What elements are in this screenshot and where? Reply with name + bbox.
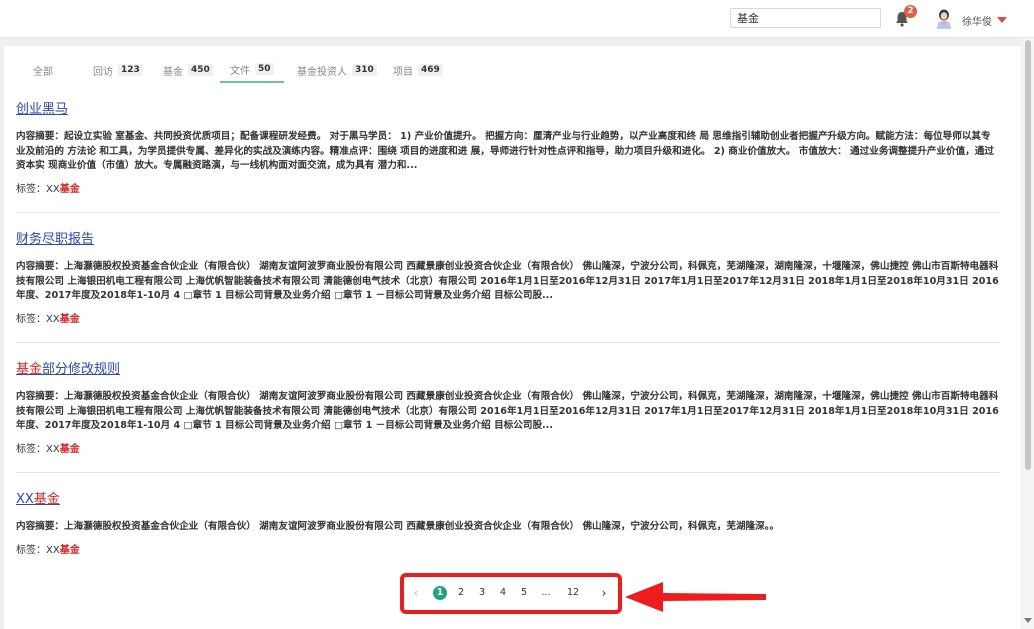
result-tags: 标签：XX基金 bbox=[16, 541, 1000, 556]
page-button-1[interactable]: 1 bbox=[433, 586, 447, 600]
tag-highlight: 基金 bbox=[59, 544, 80, 556]
list-item: 财务尽职报告 内容摘要：上海灏德股权投资基金合伙企业（有限合伙） 湖南友谊阿波罗… bbox=[16, 228, 1000, 325]
tab-count: 123 bbox=[118, 64, 143, 76]
annotation-arrow-icon bbox=[625, 582, 766, 612]
result-summary: 内容摘要：上海灏德股权投资基金合伙企业（有限合伙） 湖南友谊阿波罗商业股份有限公… bbox=[16, 521, 780, 532]
result-title-link[interactable]: 创业黑马 bbox=[16, 98, 68, 117]
tab-visits[interactable]: 回访 123 bbox=[93, 57, 143, 83]
tab-label: 项目 bbox=[393, 66, 413, 78]
tag-prefix: 标签：XX bbox=[16, 313, 60, 325]
page-button-4[interactable]: 4 bbox=[496, 586, 510, 600]
tab-all[interactable]: 全部 bbox=[33, 57, 53, 83]
title-highlight: 基金 bbox=[33, 492, 60, 507]
divider bbox=[16, 472, 1000, 473]
title-text: 创业黑马 bbox=[16, 102, 69, 117]
chevron-down-icon[interactable] bbox=[997, 17, 1007, 23]
list-item: 基金部分修改规则 内容摘要：上海灏德股权投资基金合伙企业（有限合伙） 湖南友谊阿… bbox=[16, 358, 1000, 455]
result-title-link[interactable]: 财务尽职报告 bbox=[16, 228, 94, 247]
list-item: XX基金 内容摘要：上海灏德股权投资基金合伙企业（有限合伙） 湖南友谊阿波罗商业… bbox=[16, 488, 1000, 556]
results-panel: 全部 回访 123 基金 450 文件 50 基金投资人 310 项目 469 … bbox=[4, 46, 1021, 629]
tag-prefix: 标签：XX bbox=[16, 544, 60, 556]
tab-count: 450 bbox=[188, 64, 213, 76]
tab-funds[interactable]: 基金 450 bbox=[163, 57, 213, 83]
tab-label: 基金 bbox=[163, 66, 183, 78]
result-summary: 内容摘要：上海灏德股权投资基金合伙企业（有限合伙） 湖南友谊阿波罗商业股份有限公… bbox=[16, 261, 999, 301]
tag-highlight: 基金 bbox=[59, 443, 80, 455]
divider bbox=[16, 342, 1000, 343]
tab-count: 50 bbox=[255, 63, 274, 75]
result-tags: 标签：XX基金 bbox=[16, 310, 1000, 325]
result-tabs: 全部 回访 123 基金 450 文件 50 基金投资人 310 项目 469 bbox=[4, 57, 1021, 83]
tab-projects[interactable]: 项目 469 bbox=[393, 57, 443, 83]
title-text: XX bbox=[16, 492, 34, 507]
tab-fund-investors[interactable]: 基金投资人 310 bbox=[297, 57, 377, 83]
title-highlight: 基金 bbox=[16, 362, 43, 377]
page-ellipsis: ... bbox=[541, 587, 551, 598]
page-button-12[interactable]: 12 bbox=[565, 586, 581, 600]
next-page-button[interactable]: › bbox=[597, 586, 611, 600]
tab-count: 310 bbox=[352, 64, 377, 76]
result-tags: 标签：XX基金 bbox=[16, 440, 1000, 455]
tab-count: 469 bbox=[418, 64, 443, 76]
page-button-5[interactable]: 5 bbox=[517, 586, 531, 600]
result-summary: 内容摘要：上海灏德股权投资基金合伙企业（有限合伙） 湖南友谊阿波罗商业股份有限公… bbox=[16, 391, 999, 431]
result-title-link[interactable]: 基金部分修改规则 bbox=[16, 358, 120, 377]
tag-highlight: 基金 bbox=[59, 313, 80, 325]
top-bar: 2 徐华俊 bbox=[0, 0, 1034, 38]
notification-badge: 2 bbox=[904, 5, 917, 18]
username[interactable]: 徐华俊 bbox=[962, 13, 992, 28]
scrollbar-thumb[interactable] bbox=[1025, 40, 1031, 470]
scroll-down-icon[interactable] bbox=[1024, 618, 1032, 623]
search-input[interactable] bbox=[730, 8, 881, 28]
tag-prefix: 标签：XX bbox=[16, 183, 60, 195]
page-button-2[interactable]: 2 bbox=[454, 586, 468, 600]
title-text: 部分修改规则 bbox=[42, 362, 121, 377]
prev-page-button[interactable]: ‹ bbox=[409, 586, 423, 600]
avatar[interactable] bbox=[935, 8, 953, 30]
divider bbox=[16, 212, 1000, 213]
tab-label: 基金投资人 bbox=[297, 66, 347, 78]
result-summary: 内容摘要：起设立实验 室基金、共同投资优质项目；配备课程研发经费。 对于黑马学员… bbox=[16, 131, 994, 171]
tab-label: 文件 bbox=[230, 65, 250, 77]
result-tags: 标签：XX基金 bbox=[16, 180, 1000, 195]
tab-label: 全部 bbox=[33, 66, 53, 78]
page-button-3[interactable]: 3 bbox=[475, 586, 489, 600]
list-item: 创业黑马 内容摘要：起设立实验 室基金、共同投资优质项目；配备课程研发经费。 对… bbox=[16, 98, 1000, 195]
title-text: 财务尽职报告 bbox=[16, 232, 95, 247]
tab-files[interactable]: 文件 50 bbox=[220, 57, 284, 83]
tag-highlight: 基金 bbox=[59, 183, 80, 195]
tag-prefix: 标签：XX bbox=[16, 443, 60, 455]
tab-label: 回访 bbox=[93, 66, 113, 78]
result-title-link[interactable]: XX基金 bbox=[16, 488, 60, 507]
